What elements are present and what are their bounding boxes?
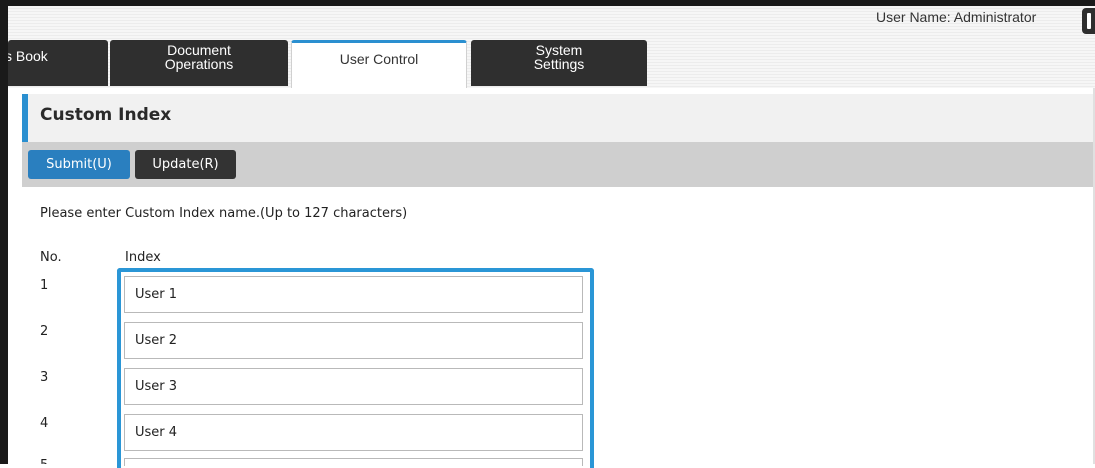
row-number: 1	[40, 278, 49, 293]
tab-system-settings[interactable]: System Settings	[471, 40, 647, 86]
row-number: 3	[40, 370, 49, 385]
update-button[interactable]: Update(R)	[135, 150, 236, 179]
window-frame-left	[0, 0, 8, 464]
index-field-4[interactable]	[124, 414, 583, 451]
tab-label: Document Operations	[164, 42, 234, 72]
user-name-label: User Name: Administrator	[876, 9, 1037, 25]
tab-label: User Control	[339, 50, 419, 67]
tab-label: System Settings	[533, 42, 585, 72]
index-field-5[interactable]	[124, 458, 583, 466]
index-field-2[interactable]	[124, 322, 583, 359]
submit-button[interactable]: Submit(U)	[28, 150, 130, 179]
column-header-index: Index	[125, 250, 161, 265]
title-bar	[22, 94, 1095, 142]
row-number: 4	[40, 416, 49, 431]
tab-user-control[interactable]: User Control	[291, 40, 467, 88]
tab-address-book[interactable]: ss Book	[8, 40, 108, 86]
tab-document-operations[interactable]: Document Operations	[110, 40, 288, 86]
page-title: Custom Index	[40, 105, 172, 125]
logout-icon	[1087, 13, 1091, 29]
column-header-no: No.	[40, 250, 62, 265]
row-number: 2	[40, 324, 49, 339]
title-accent-bar	[22, 94, 28, 142]
index-field-3[interactable]	[124, 368, 583, 405]
logout-button[interactable]	[1082, 8, 1095, 34]
index-field-1[interactable]	[124, 276, 583, 313]
tab-label: ss Book	[8, 48, 48, 64]
instruction-text: Please enter Custom Index name.(Up to 12…	[40, 206, 408, 221]
row-number: 5	[40, 458, 50, 464]
